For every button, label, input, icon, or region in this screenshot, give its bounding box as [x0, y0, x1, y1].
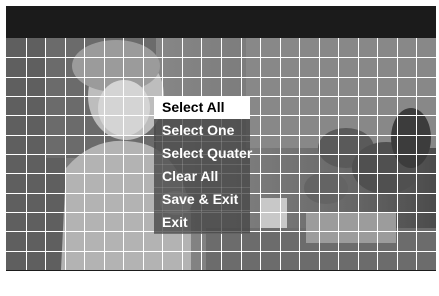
menu-item-select-one[interactable]: Select One: [154, 119, 250, 142]
menu-item-select-all[interactable]: Select All: [154, 96, 250, 119]
menu-item-save-exit[interactable]: Save & Exit: [154, 188, 250, 211]
video-screen: Select All Select One Select Quater Clea…: [6, 6, 436, 271]
camera-preview: Select All Select One Select Quater Clea…: [6, 38, 436, 270]
motion-area-menu: Select All Select One Select Quater Clea…: [154, 96, 252, 234]
menu-item-select-quarter[interactable]: Select Quater: [154, 142, 252, 165]
menu-item-exit[interactable]: Exit: [154, 211, 250, 234]
menu-item-clear-all[interactable]: Clear All: [154, 165, 250, 188]
